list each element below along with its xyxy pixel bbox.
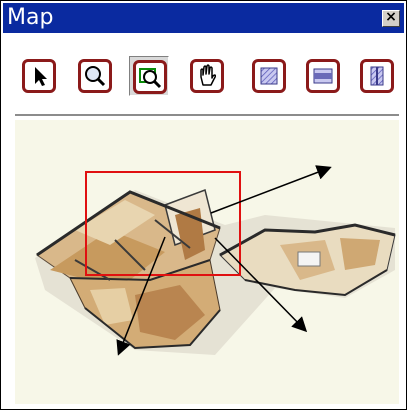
title-bar[interactable]: Map ×	[3, 3, 404, 33]
map-window: Map ×	[0, 0, 407, 410]
arrow-pointer-icon	[35, 67, 47, 86]
magnifier-icon	[85, 66, 106, 87]
hatched-door-icon	[370, 66, 384, 86]
map-view[interactable]	[15, 120, 399, 404]
zoom-tool-button[interactable]	[75, 56, 115, 96]
floor-plan-map	[35, 165, 396, 356]
close-button[interactable]: ×	[382, 9, 400, 27]
banded-square-icon	[313, 68, 333, 84]
view-3-tool-button[interactable]	[357, 56, 397, 96]
view-2-tool-button[interactable]	[303, 56, 343, 96]
toolbar-separator	[15, 114, 399, 116]
select-tool-button[interactable]	[19, 56, 59, 96]
floor-plan-illustration	[35, 189, 396, 355]
pan-tool-button[interactable]	[187, 56, 227, 96]
hatched-square-icon	[260, 67, 278, 85]
zoom-region-icon	[139, 68, 162, 89]
zoom-region-tool-button[interactable]	[129, 56, 169, 96]
view-1-tool-button[interactable]	[249, 56, 289, 96]
hand-icon	[200, 64, 217, 86]
direction-arrow	[210, 165, 332, 214]
window-title: Map	[7, 5, 54, 30]
toolbar	[5, 34, 405, 114]
close-icon: ×	[385, 9, 397, 25]
